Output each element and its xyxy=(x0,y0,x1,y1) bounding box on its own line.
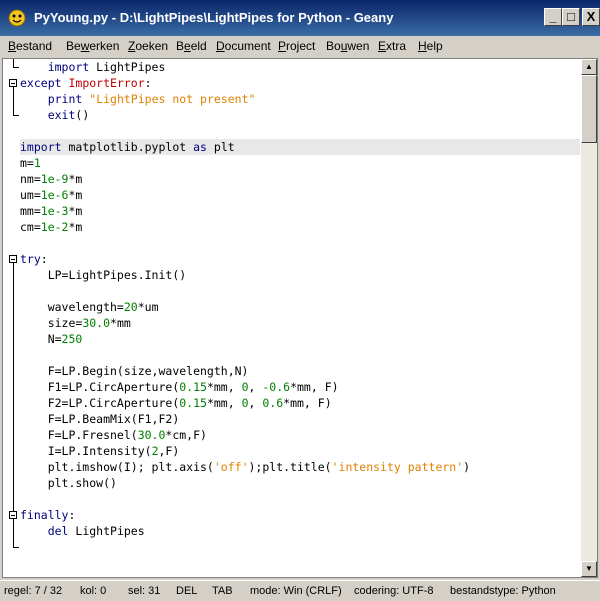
window-title: PyYoung.py - D:\LightPipes\LightPipes fo… xyxy=(34,10,394,25)
code-line: um=1e-6*m xyxy=(20,188,83,202)
status-column: kol: 0 xyxy=(80,585,107,597)
menu-document[interactable]: Document xyxy=(216,39,271,53)
fold-margin xyxy=(3,59,20,577)
code-line: mm=1e-3*m xyxy=(20,204,83,218)
code-line: import matplotlib.pyplot as plt xyxy=(20,140,235,154)
fold-toggle-finally[interactable] xyxy=(9,511,17,519)
title-bar: PyYoung.py - D:\LightPipes\LightPipes fo… xyxy=(0,0,600,36)
menu-beeld[interactable]: Beeld xyxy=(176,39,207,53)
fold-line xyxy=(13,263,14,547)
code-line: try: xyxy=(20,252,48,266)
status-bar: regel: 7 / 32 kol: 0 sel: 31 DEL TAB mod… xyxy=(0,580,600,601)
status-line: regel: 7 / 32 xyxy=(4,585,63,597)
code-line: print "LightPipes not present" xyxy=(47,92,256,106)
fold-toggle-try[interactable] xyxy=(9,255,17,263)
menu-zoeken[interactable]: Zoeken xyxy=(128,39,168,53)
geany-app-icon xyxy=(8,9,26,27)
menu-help[interactable]: Help xyxy=(418,39,443,53)
status-indent-mode: TAB xyxy=(212,585,233,597)
code-line: plt.show() xyxy=(20,476,117,490)
code-line: F=LP.Fresnel(30.0*cm,F) xyxy=(20,428,207,442)
code-line: except ImportError: xyxy=(20,76,152,90)
code-line: I=LP.Intensity(2,F) xyxy=(20,444,180,458)
status-line-ending: mode: Win (CRLF) xyxy=(250,585,342,597)
scroll-up-arrow-icon[interactable]: ▲ xyxy=(581,59,597,75)
scroll-down-arrow-icon[interactable]: ▼ xyxy=(581,561,597,577)
fold-end-marker xyxy=(13,115,19,116)
code-line: del LightPipes xyxy=(47,524,145,538)
menu-bewerken[interactable]: Bewerken xyxy=(66,39,119,53)
status-insert-mode: DEL xyxy=(176,585,198,597)
code-line: nm=1e-9*m xyxy=(20,172,83,186)
fold-end-marker xyxy=(13,547,19,548)
code-line: F1=LP.CircAperture(0.15*mm, 0, -0.6*mm, … xyxy=(20,380,339,394)
code-line: wavelength=20*um xyxy=(20,300,159,314)
fold-toggle-except[interactable] xyxy=(9,79,17,87)
close-button[interactable]: X xyxy=(582,8,600,26)
code-line: size=30.0*mm xyxy=(20,316,131,330)
code-line: LP=LightPipes.Init() xyxy=(20,268,187,282)
minimize-button[interactable]: _ xyxy=(544,8,562,26)
status-selection: sel: 31 xyxy=(128,585,161,597)
status-filetype: bestandstype: Python xyxy=(450,585,556,597)
code-line: exit() xyxy=(47,108,90,122)
code-line: F=LP.Begin(size,wavelength,N) xyxy=(20,364,249,378)
code-line: m=1 xyxy=(20,156,41,170)
fold-line xyxy=(13,59,14,67)
menu-project[interactable]: Project xyxy=(278,39,315,53)
vertical-scrollbar[interactable]: ▲ ▼ xyxy=(581,59,597,577)
maximize-button[interactable]: □ xyxy=(562,8,580,26)
fold-line xyxy=(13,87,14,115)
code-line: import LightPipes xyxy=(47,60,166,74)
menu-bestand[interactable]: Bestand xyxy=(8,39,52,53)
code-line: cm=1e-2*m xyxy=(20,220,83,234)
code-line: finally: xyxy=(20,508,76,522)
menu-extra[interactable]: Extra xyxy=(378,39,406,53)
menu-bar: Bestand Bewerken Zoeken Beeld Document Projec… xyxy=(0,36,600,56)
menu-bouwen[interactable]: Bouwen xyxy=(326,39,369,53)
scrollbar-thumb[interactable] xyxy=(581,75,597,143)
status-encoding: codering: UTF-8 xyxy=(354,585,434,597)
code-line: plt.imshow(I); plt.axis('off');plt.title… xyxy=(20,460,471,474)
code-editor[interactable]: import LightPipes except ImportError: pri… xyxy=(2,58,598,578)
fold-end-marker xyxy=(13,67,19,68)
code-line: F=LP.BeamMix(F1,F2) xyxy=(20,412,180,426)
code-line: N=250 xyxy=(20,332,83,346)
code-line: F2=LP.CircAperture(0.15*mm, 0, 0.6*mm, F… xyxy=(20,396,332,410)
